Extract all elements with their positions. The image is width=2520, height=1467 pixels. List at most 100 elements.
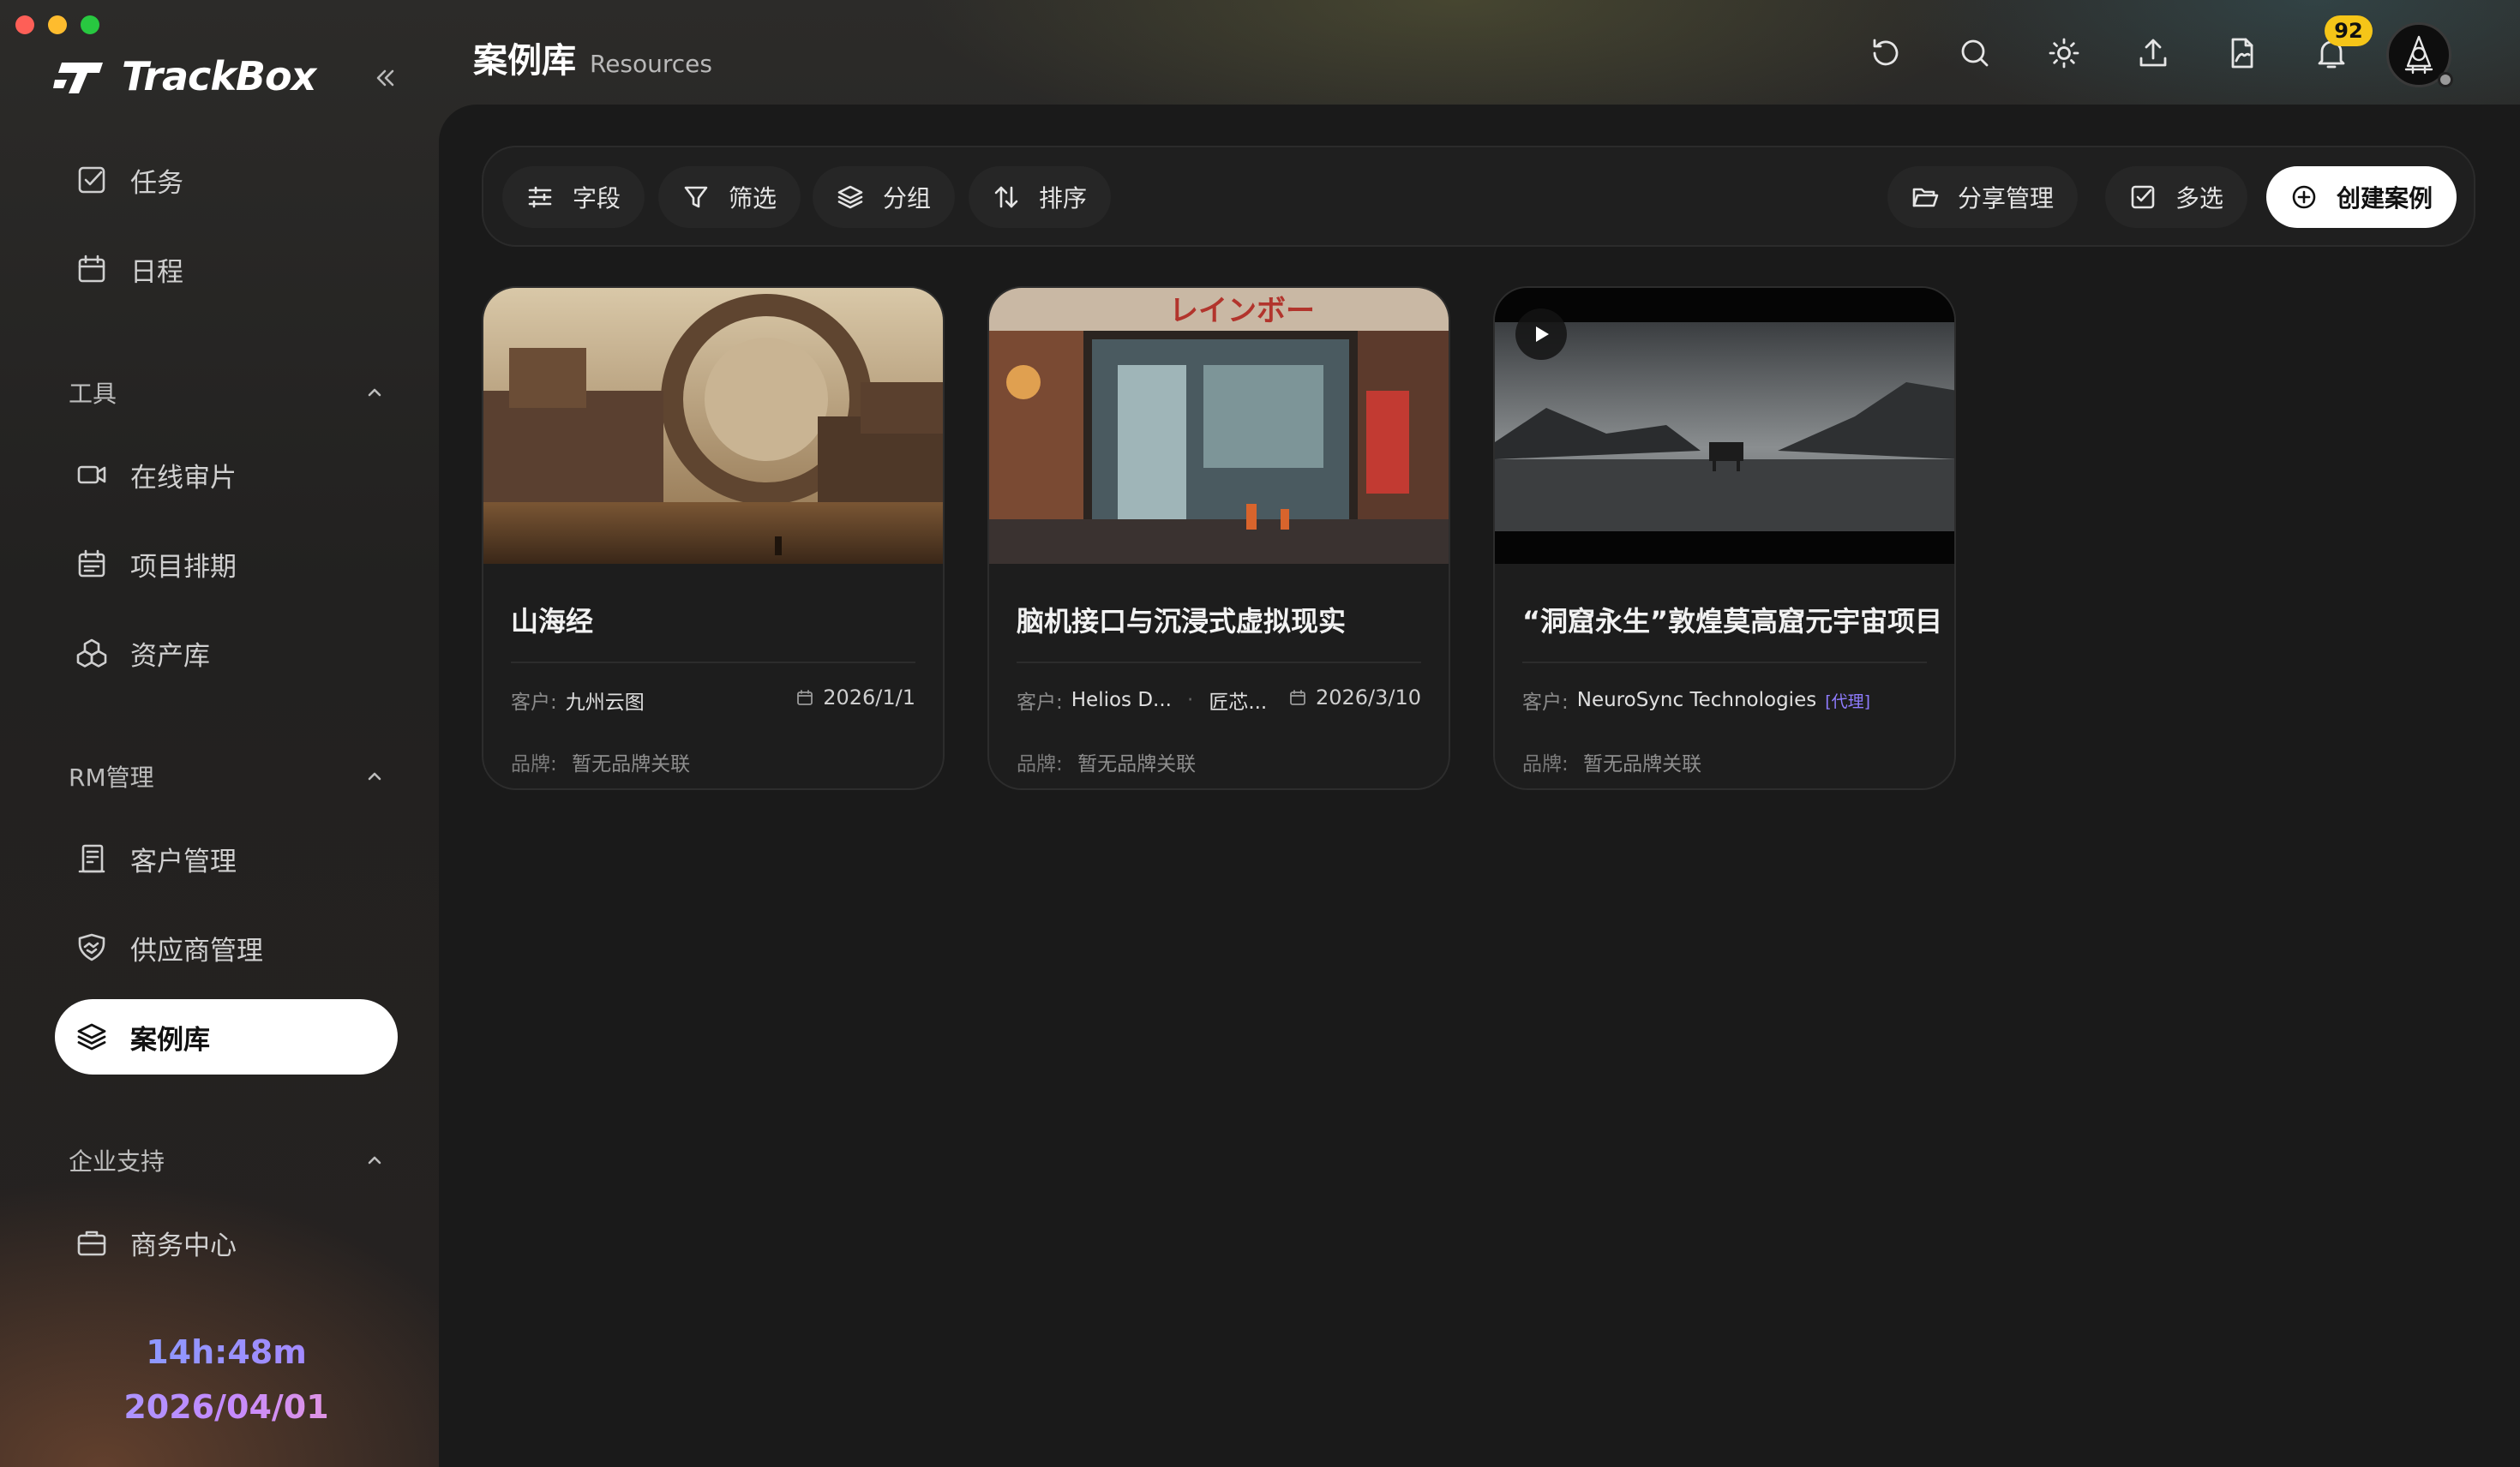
task-check-icon [78,166,105,194]
calendar-icon [1290,690,1305,705]
card-divider [1522,662,1927,663]
sort-button[interactable]: 排序 [969,166,1112,228]
sidebar-item-project-schedule[interactable]: 项目排期 [55,526,398,602]
case-title: “洞窟永生”敦煌莫高窟元宇宙项目 [1522,605,1943,638]
group-button[interactable]: 分组 [813,166,956,228]
page-subtitle: Resources [590,50,712,78]
case-date: 2026/3/10 [1288,686,1421,710]
sort-label: 排序 [1039,184,1088,213]
file-sign-icon [2231,38,2253,69]
chevron-up-icon[interactable] [363,765,386,787]
sidebar-item-assets[interactable]: 资产库 [55,615,398,691]
date-text: 2026/3/10 [1315,686,1421,710]
sidebar-item-review[interactable]: 在线审片 [55,437,398,512]
sidebar-item-clients[interactable]: 客户管理 [55,821,398,896]
schedule-icon [78,549,105,578]
case-date: 2026/1/1 [795,686,915,710]
card-divider [1017,662,1421,663]
case-title: 脑机接口与沉浸式虚拟现实 [1017,605,1347,638]
sidebar-item-task[interactable]: 任务 [55,142,398,218]
section-enterprise-header[interactable]: 企业支持 [69,1143,386,1177]
page-title: 案例库 Resources [473,33,712,82]
filter-icon [684,186,708,208]
filter-label: 筛选 [729,184,777,213]
refresh-icon [1873,39,1899,66]
filter-button[interactable]: 筛选 [658,166,801,228]
notification-badge: 92 [2325,15,2373,46]
share-management-button[interactable]: 分享管理 [1887,166,2079,228]
brand-value: 暂无品牌关联 [572,753,691,775]
section-tools-header[interactable]: 工具 [69,375,386,410]
client-label: 客户: [511,692,557,714]
case-client: 客户: Helios D... · 匠芯... [1017,686,1267,715]
client-label: 客户: [1017,692,1063,714]
layers-icon [837,185,863,209]
astronaut-avatar-icon [2404,35,2433,75]
sidebar-item-label: 任务 [130,167,183,199]
sidebar-item-business-center[interactable]: 商务中心 [55,1205,398,1280]
sidebar-item-label: 项目排期 [130,551,237,583]
sliders-icon [528,186,552,208]
case-client: 客户: 九州云图 [511,686,645,715]
group-label: 分组 [883,184,932,213]
sidebar-item-label: 案例库 [130,1024,210,1056]
sidebar-item-label: 商务中心 [130,1230,237,1261]
sidebar: TrackBox 任务 日程 工具 在线审片 项目排期 资产库 RM管理 客户管… [0,0,439,1467]
section-rm-header[interactable]: RM管理 [69,759,386,793]
search-button[interactable] [1956,34,1994,72]
client-icon [78,844,105,873]
checkbox-icon [2131,185,2155,209]
case-client: 客户: NeuroSync Technologies [代理] [1522,686,1870,715]
refresh-button[interactable] [1867,34,1905,72]
app-name: TrackBox [122,53,316,99]
file-sign-button[interactable] [2223,34,2261,72]
chevron-up-icon[interactable] [363,1149,386,1171]
app-logo[interactable]: TrackBox [53,53,316,99]
client-label: 客户: [1522,692,1569,714]
presence-status-dot [2438,72,2453,87]
client-name: 九州云图 [565,692,645,714]
case-thumbnail: レインボー [989,288,1449,564]
session-timer: 14h:48m [0,1333,453,1371]
case-card[interactable]: レインボー 脑机接口与沉浸式虚拟现实 客户: Helios D... · 匠芯.… [987,286,1450,790]
date-text: 2026/1/1 [823,686,915,710]
fields-button[interactable]: 字段 [502,166,645,228]
chevron-up-icon[interactable] [363,381,386,404]
client-name: Helios D... [1071,689,1172,711]
multiselect-button[interactable]: 多选 [2105,166,2248,228]
brand-value: 暂无品牌关联 [1077,753,1197,775]
assets-icon [76,638,107,668]
sidebar-item-suppliers[interactable]: 供应商管理 [55,910,398,985]
card-divider [511,662,915,663]
sidebar-item-label: 在线审片 [130,462,237,494]
sun-icon [2049,38,2079,69]
fields-label: 字段 [573,184,621,213]
sidebar-item-case-library[interactable]: 案例库 [55,999,398,1075]
separator-dot: · [1187,689,1194,711]
play-video-button[interactable] [1515,308,1567,360]
multiselect-label: 多选 [2175,184,2224,213]
calendar-icon [78,254,105,283]
agency-tag: [代理] [1825,692,1871,711]
section-title: RM管理 [69,763,154,792]
briefcase-icon [77,1230,106,1256]
case-thumbnail [483,288,943,564]
case-card[interactable]: “洞窟永生”敦煌莫高窟元宇宙项目 客户: NeuroSync Technolog… [1493,286,1956,790]
sidebar-item-schedule[interactable]: 日程 [55,231,398,307]
sidebar-item-label: 客户管理 [130,846,237,877]
toolbar: 字段 筛选 分组 排序 分享管理 多选 创建案例 [482,146,2475,247]
collapse-sidebar-icon[interactable] [370,63,399,93]
video-camera-icon [77,465,106,484]
sidebar-item-label: 日程 [130,256,183,288]
theme-toggle-button[interactable] [2045,34,2083,72]
case-brand: 品牌: 暂无品牌关联 [1522,747,1701,776]
create-case-button[interactable]: 创建案例 [2266,166,2457,228]
upload-button[interactable] [2134,34,2172,72]
case-brand: 品牌: 暂无品牌关联 [1017,747,1196,776]
case-card[interactable]: 山海经 客户: 九州云图 2026/1/1 品牌: 暂无品牌关联 [482,286,945,790]
search-icon [1961,39,1989,67]
sidebar-item-label: 供应商管理 [130,935,263,967]
client-name: NeuroSync Technologies [1576,689,1817,711]
share-management-label: 分享管理 [1958,184,2055,213]
calendar-icon [797,690,813,705]
